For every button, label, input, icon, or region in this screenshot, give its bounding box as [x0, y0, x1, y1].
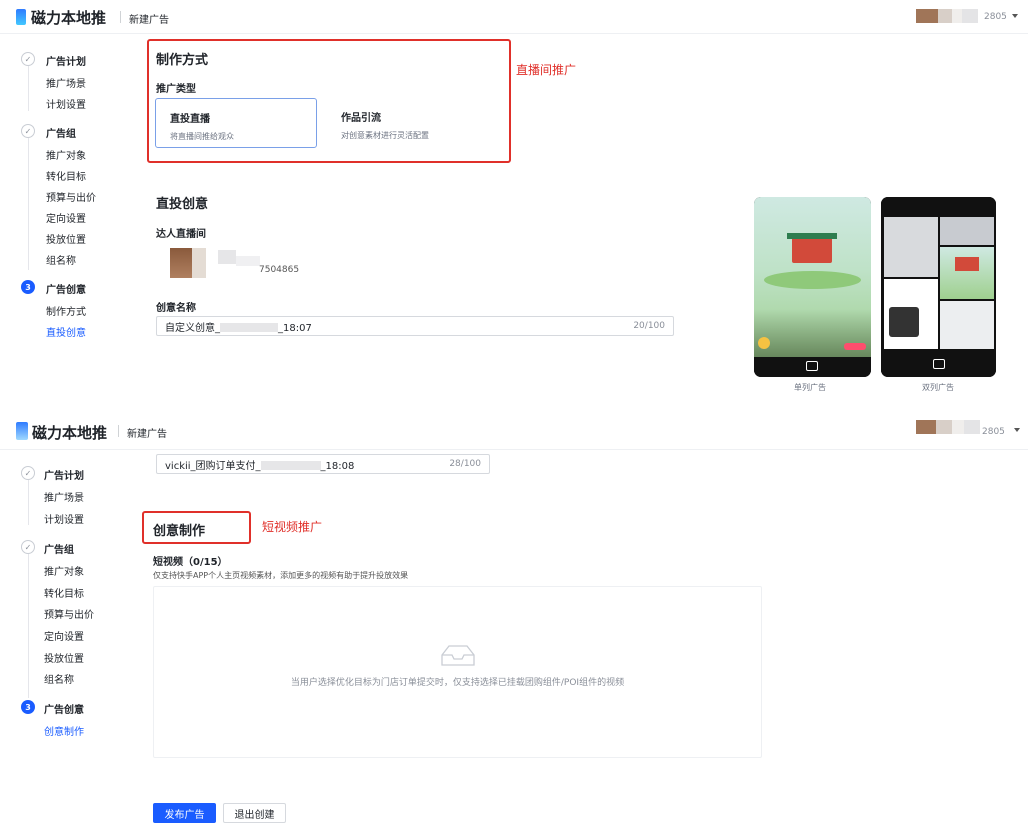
creative-name-input[interactable]: vickii_团购订单支付_ _18:08 28/100 — [156, 454, 490, 474]
preview-double-caption: 双列广告 — [922, 383, 954, 392]
step-sub-scene[interactable]: 推广场景 — [46, 75, 86, 90]
bottom-header: 磁力本地推 新建广告 2805 — [0, 412, 1028, 450]
option-live-direct-title: 直投直播 — [170, 114, 210, 125]
step-sub-targeting[interactable]: 定向设置 — [44, 628, 84, 643]
step-sub-budget[interactable]: 预算与出价 — [46, 189, 96, 204]
brand-logo-icon — [16, 422, 28, 440]
chevron-down-icon[interactable] — [1012, 14, 1018, 18]
creative-name-input[interactable]: 自定义创意_ _18:07 20/100 — [156, 316, 674, 336]
brand-logo-icon — [16, 9, 26, 25]
account-id: 2805 — [984, 12, 1007, 22]
char-count: 28/100 — [449, 459, 481, 469]
step-sub-targeting[interactable]: 定向设置 — [46, 210, 86, 225]
brand-name[interactable]: 磁力本地推 — [32, 422, 107, 443]
step-sub-plan-settings[interactable]: 计划设置 — [44, 511, 84, 526]
step-sub-conversion[interactable]: 转化目标 — [46, 168, 86, 183]
promotion-type-label: 推广类型 — [156, 84, 196, 95]
step-sub-creative-production[interactable]: 创意制作 — [44, 723, 84, 738]
live-room-avatar[interactable] — [170, 248, 260, 278]
preview-double-column — [881, 197, 996, 377]
publish-ad-button[interactable]: 发布广告 — [153, 803, 216, 823]
check-icon: ✓ — [21, 466, 35, 480]
step-ad-plan[interactable]: 广告计划 — [46, 53, 86, 68]
step-ad-creative[interactable]: 广告创意 — [46, 281, 86, 296]
step-connector — [28, 138, 29, 270]
direct-creative-title: 直投创意 — [156, 197, 209, 212]
step-connector — [28, 480, 29, 525]
step-ad-creative[interactable]: 广告创意 — [44, 701, 84, 716]
step-sub-target[interactable]: 推广对象 — [44, 563, 84, 578]
char-count: 20/100 — [633, 321, 665, 331]
page-title: 新建广告 — [129, 15, 169, 26]
option-live-direct-desc: 将直播间推给观众 — [170, 132, 234, 141]
creative-name-prefix: vickii_团购订单支付_ — [165, 460, 261, 472]
step-ad-group[interactable]: 广告组 — [44, 541, 74, 556]
step-sub-target[interactable]: 推广对象 — [46, 147, 86, 162]
step-sub-direct-creative[interactable]: 直投创意 — [46, 324, 86, 339]
option-live-direct[interactable]: 直投直播 将直播间推给观众 — [155, 98, 317, 148]
option-works-traffic-desc: 对创意素材进行灵活配置 — [341, 131, 429, 140]
step-number-badge: 3 — [21, 700, 35, 714]
preview-single-caption: 单列广告 — [794, 383, 826, 392]
step-sub-placement[interactable]: 投放位置 — [46, 231, 86, 246]
account-avatar[interactable] — [916, 9, 978, 23]
top-header: 磁力本地推 新建广告 2805 — [0, 0, 1028, 34]
short-video-label: 短视频（0/15） — [153, 557, 228, 568]
account-id: 2805 — [982, 427, 1005, 437]
step-sub-production[interactable]: 制作方式 — [46, 303, 86, 318]
live-room-label: 达人直播间 — [156, 229, 206, 240]
option-works-traffic-title: 作品引流 — [341, 113, 381, 124]
creative-name-label: 创意名称 — [156, 303, 196, 314]
redacted-text — [220, 323, 278, 332]
short-video-desc: 仅支持快手APP个人主页视频素材，添加更多的视频有助于提升投放效果 — [153, 571, 409, 580]
creative-production-title: 创意制作 — [153, 524, 206, 539]
step-ad-group[interactable]: 广告组 — [46, 125, 76, 140]
account-avatar[interactable] — [916, 420, 980, 434]
option-works-traffic[interactable]: 作品引流 对创意素材进行灵活配置 — [327, 98, 489, 148]
step-sub-scene[interactable]: 推广场景 — [44, 489, 84, 504]
production-title: 制作方式 — [156, 53, 209, 68]
live-room-id: 7504865 — [259, 265, 300, 275]
empty-hint: 当用户选择优化目标为门店订单提交时，仅支持选择已挂载团购组件/POI组件的视频 — [290, 678, 625, 688]
check-icon: ✓ — [21, 540, 35, 554]
video-upload-area[interactable]: 当用户选择优化目标为门店订单提交时，仅支持选择已挂载团购组件/POI组件的视频 — [153, 586, 762, 758]
step-ad-plan[interactable]: 广告计划 — [44, 467, 84, 482]
header-divider — [118, 425, 119, 437]
step-sub-group-name[interactable]: 组名称 — [46, 252, 76, 267]
brand-name[interactable]: 磁力本地推 — [31, 7, 106, 28]
creative-name-prefix: 自定义创意_ — [165, 322, 220, 334]
page-title: 新建广告 — [127, 429, 167, 440]
creative-name-suffix: _18:07 — [278, 322, 312, 334]
annotation-short-video-promo: 短视频推广 — [262, 520, 323, 534]
annotation-live-promo: 直播间推广 — [516, 63, 577, 77]
step-sub-plan-settings[interactable]: 计划设置 — [46, 96, 86, 111]
step-number-badge: 3 — [21, 280, 35, 294]
step-sub-group-name[interactable]: 组名称 — [44, 671, 74, 686]
header-divider — [120, 11, 121, 23]
step-connector — [28, 66, 29, 111]
step-sub-budget[interactable]: 预算与出价 — [44, 606, 94, 621]
creative-name-suffix: _18:08 — [320, 460, 355, 472]
exit-create-button[interactable]: 退出创建 — [223, 803, 286, 823]
preview-single-column — [754, 197, 871, 377]
redacted-text — [260, 461, 321, 470]
empty-inbox-icon — [441, 645, 475, 666]
step-sub-placement[interactable]: 投放位置 — [44, 650, 84, 665]
step-sub-conversion[interactable]: 转化目标 — [44, 585, 84, 600]
check-icon: ✓ — [21, 124, 35, 138]
chevron-down-icon[interactable] — [1014, 428, 1020, 432]
check-icon: ✓ — [21, 52, 35, 66]
step-connector — [28, 554, 29, 698]
